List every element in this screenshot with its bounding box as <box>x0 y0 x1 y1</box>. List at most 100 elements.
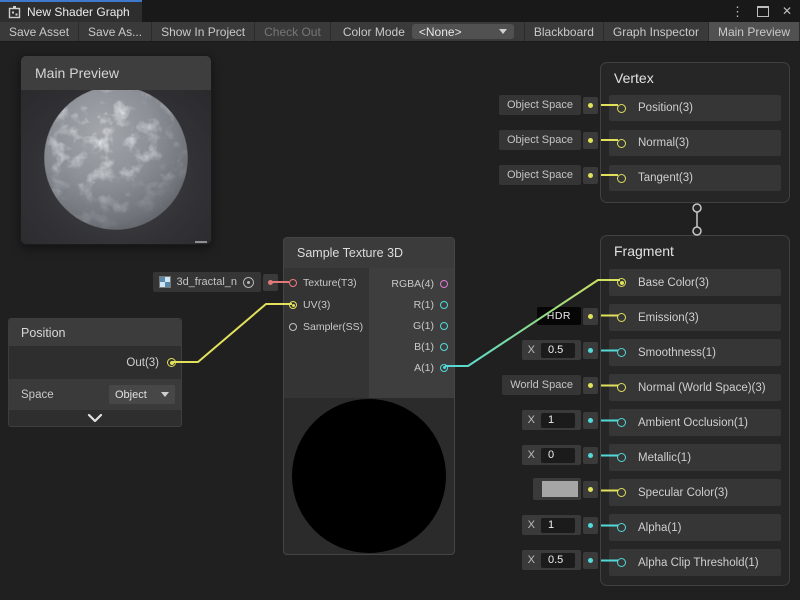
tab-new-shader-graph[interactable]: New Shader Graph <box>0 0 142 22</box>
base-color-input-port[interactable] <box>617 278 626 287</box>
out-output-port[interactable] <box>167 358 176 367</box>
close-icon[interactable]: ✕ <box>782 5 792 17</box>
color-mode-dropdown[interactable]: <None> <box>412 24 514 39</box>
metallic-value-chip[interactable]: X 0 <box>522 445 598 465</box>
smoothness-value-field[interactable]: 0.5 <box>541 343 575 358</box>
specular-color-chip[interactable] <box>533 479 598 499</box>
normal-space-chip[interactable]: Object Space <box>499 130 598 150</box>
input-row-uv[interactable]: UV(3) <box>284 294 369 316</box>
ambient-occlusion-input-port[interactable] <box>617 418 626 427</box>
ambient-occlusion-value-field[interactable]: 1 <box>541 413 575 428</box>
alpha-value-chip[interactable]: X 1 <box>522 515 598 535</box>
normal-ws-input-port[interactable] <box>617 383 626 392</box>
main-preview-viewport <box>21 90 211 245</box>
b-output-port[interactable] <box>440 343 448 351</box>
fragment-row-normal-ws[interactable]: Normal (World Space)(3) <box>609 374 781 401</box>
maximize-icon[interactable] <box>757 6 769 17</box>
alpha-input-port[interactable] <box>617 523 626 532</box>
position-space-chip[interactable]: Object Space <box>499 95 598 115</box>
wire-position-to-uv <box>172 304 292 362</box>
space-dropdown[interactable]: Object <box>109 385 175 404</box>
a-output-port[interactable] <box>440 364 448 372</box>
fragment-row-smoothness[interactable]: Smoothness(1) <box>609 339 781 366</box>
vertex-row-tangent[interactable]: Tangent(3) <box>609 165 781 191</box>
position-node[interactable]: Position Out(3) Space Object <box>8 318 182 427</box>
main-preview-panel[interactable]: Main Preview <box>20 55 212 245</box>
rgba-output-port[interactable] <box>440 280 448 288</box>
window-controls: ⋮ ✕ <box>731 0 792 22</box>
tangent-input-port[interactable] <box>617 174 626 183</box>
color-mode-value: <None> <box>419 25 462 39</box>
save-asset-button[interactable]: Save Asset <box>0 22 79 41</box>
position-out-row[interactable]: Out(3) <box>9 346 181 379</box>
output-row-g[interactable]: G(1) <box>369 315 454 336</box>
alpha-value-field[interactable]: 1 <box>541 518 575 533</box>
vertex-row-normal[interactable]: Normal(3) <box>609 130 781 156</box>
input-row-texture[interactable]: Texture(T3) <box>284 272 369 294</box>
main-preview-toggle-button[interactable]: Main Preview <box>709 22 800 41</box>
vertex-row-normal-label: Normal(3) <box>638 137 689 149</box>
texture-slot-chip[interactable]: 3d_fractal_n <box>153 272 278 292</box>
check-out-button: Check Out <box>255 22 331 41</box>
alpha-clip-threshold-input-port[interactable] <box>617 558 626 567</box>
fragment-row-emission[interactable]: Emission(3) <box>609 304 781 331</box>
window-menu-icon[interactable]: ⋮ <box>731 5 744 18</box>
vertex-row-tangent-label: Tangent(3) <box>638 172 693 184</box>
emission-input-port[interactable] <box>617 313 626 322</box>
vertex-row-position[interactable]: Position(3) <box>609 95 781 121</box>
vertex-node[interactable]: Vertex Position(3) Normal(3) Tangent(3) <box>600 62 790 203</box>
g-output-port[interactable] <box>440 322 448 330</box>
texture-slot-name: 3d_fractal_n <box>176 276 237 288</box>
metallic-input-port[interactable] <box>617 453 626 462</box>
r-output-port[interactable] <box>440 301 448 309</box>
titlebar: New Shader Graph ⋮ ✕ <box>0 0 800 22</box>
object-picker-icon[interactable] <box>243 277 254 288</box>
toolbar: Save Asset Save As... Show In Project Ch… <box>0 22 800 42</box>
blackboard-toggle-button[interactable]: Blackboard <box>524 22 604 41</box>
normal-input-port[interactable] <box>617 139 626 148</box>
fragment-row-metallic[interactable]: Metallic(1) <box>609 444 781 471</box>
chip-port-box <box>583 97 598 114</box>
smoothness-input-port[interactable] <box>617 348 626 357</box>
alpha-clip-threshold-value-chip[interactable]: X 0.5 <box>522 550 598 570</box>
graph-inspector-toggle-button[interactable]: Graph Inspector <box>604 22 709 41</box>
chevron-down-icon <box>87 414 103 422</box>
ambient-occlusion-value-chip[interactable]: X 1 <box>522 410 598 430</box>
specular-color-input-port[interactable] <box>617 488 626 497</box>
texture-input-port[interactable] <box>289 279 297 287</box>
resize-handle[interactable] <box>195 241 207 243</box>
hdr-color-field[interactable]: HDR <box>537 307 581 325</box>
sampler-input-port[interactable] <box>289 323 297 331</box>
save-as-button[interactable]: Save As... <box>79 22 152 41</box>
fragment-row-alpha-clip-threshold[interactable]: Alpha Clip Threshold(1) <box>609 549 781 576</box>
metallic-value-field[interactable]: 0 <box>541 448 575 463</box>
position-node-title: Position <box>9 319 181 346</box>
normal-space-mode-chip[interactable]: World Space <box>502 375 598 395</box>
position-input-port[interactable] <box>617 104 626 113</box>
output-row-b[interactable]: B(1) <box>369 336 454 357</box>
specular-color-swatch[interactable] <box>533 478 581 500</box>
fragment-node[interactable]: Fragment Base Color(3) Emission(3) Smoot… <box>600 235 790 586</box>
graph-canvas[interactable]: Vertex Position(3) Normal(3) Tangent(3) … <box>0 42 800 600</box>
preview-sphere <box>21 90 211 245</box>
fragment-row-specular-color[interactable]: Specular Color(3) <box>609 479 781 506</box>
fragment-row-ambient-occlusion[interactable]: Ambient Occlusion(1) <box>609 409 781 436</box>
chip-port-box <box>583 167 598 184</box>
output-row-r[interactable]: R(1) <box>369 294 454 315</box>
sample-texture-3d-node[interactable]: Sample Texture 3D Texture(T3) UV(3) Samp… <box>283 237 455 555</box>
chevron-down-icon <box>161 392 169 397</box>
fragment-row-alpha[interactable]: Alpha(1) <box>609 514 781 541</box>
emission-hdr-chip[interactable]: HDR <box>537 306 598 326</box>
smoothness-value-chip[interactable]: X 0.5 <box>522 340 598 360</box>
stack-connector <box>693 204 701 235</box>
alpha-clip-threshold-value-field[interactable]: 0.5 <box>541 553 575 568</box>
output-row-rgba[interactable]: RGBA(4) <box>369 273 454 294</box>
input-row-sampler[interactable]: Sampler(SS) <box>284 316 369 338</box>
position-space-row: Space Object <box>9 379 181 410</box>
collapse-preview-button[interactable] <box>9 410 181 426</box>
output-row-a[interactable]: A(1) <box>369 357 454 378</box>
uv-input-port[interactable] <box>289 301 297 309</box>
show-in-project-button[interactable]: Show In Project <box>152 22 255 41</box>
fragment-row-base-color[interactable]: Base Color(3) <box>609 269 781 296</box>
tangent-space-chip[interactable]: Object Space <box>499 165 598 185</box>
